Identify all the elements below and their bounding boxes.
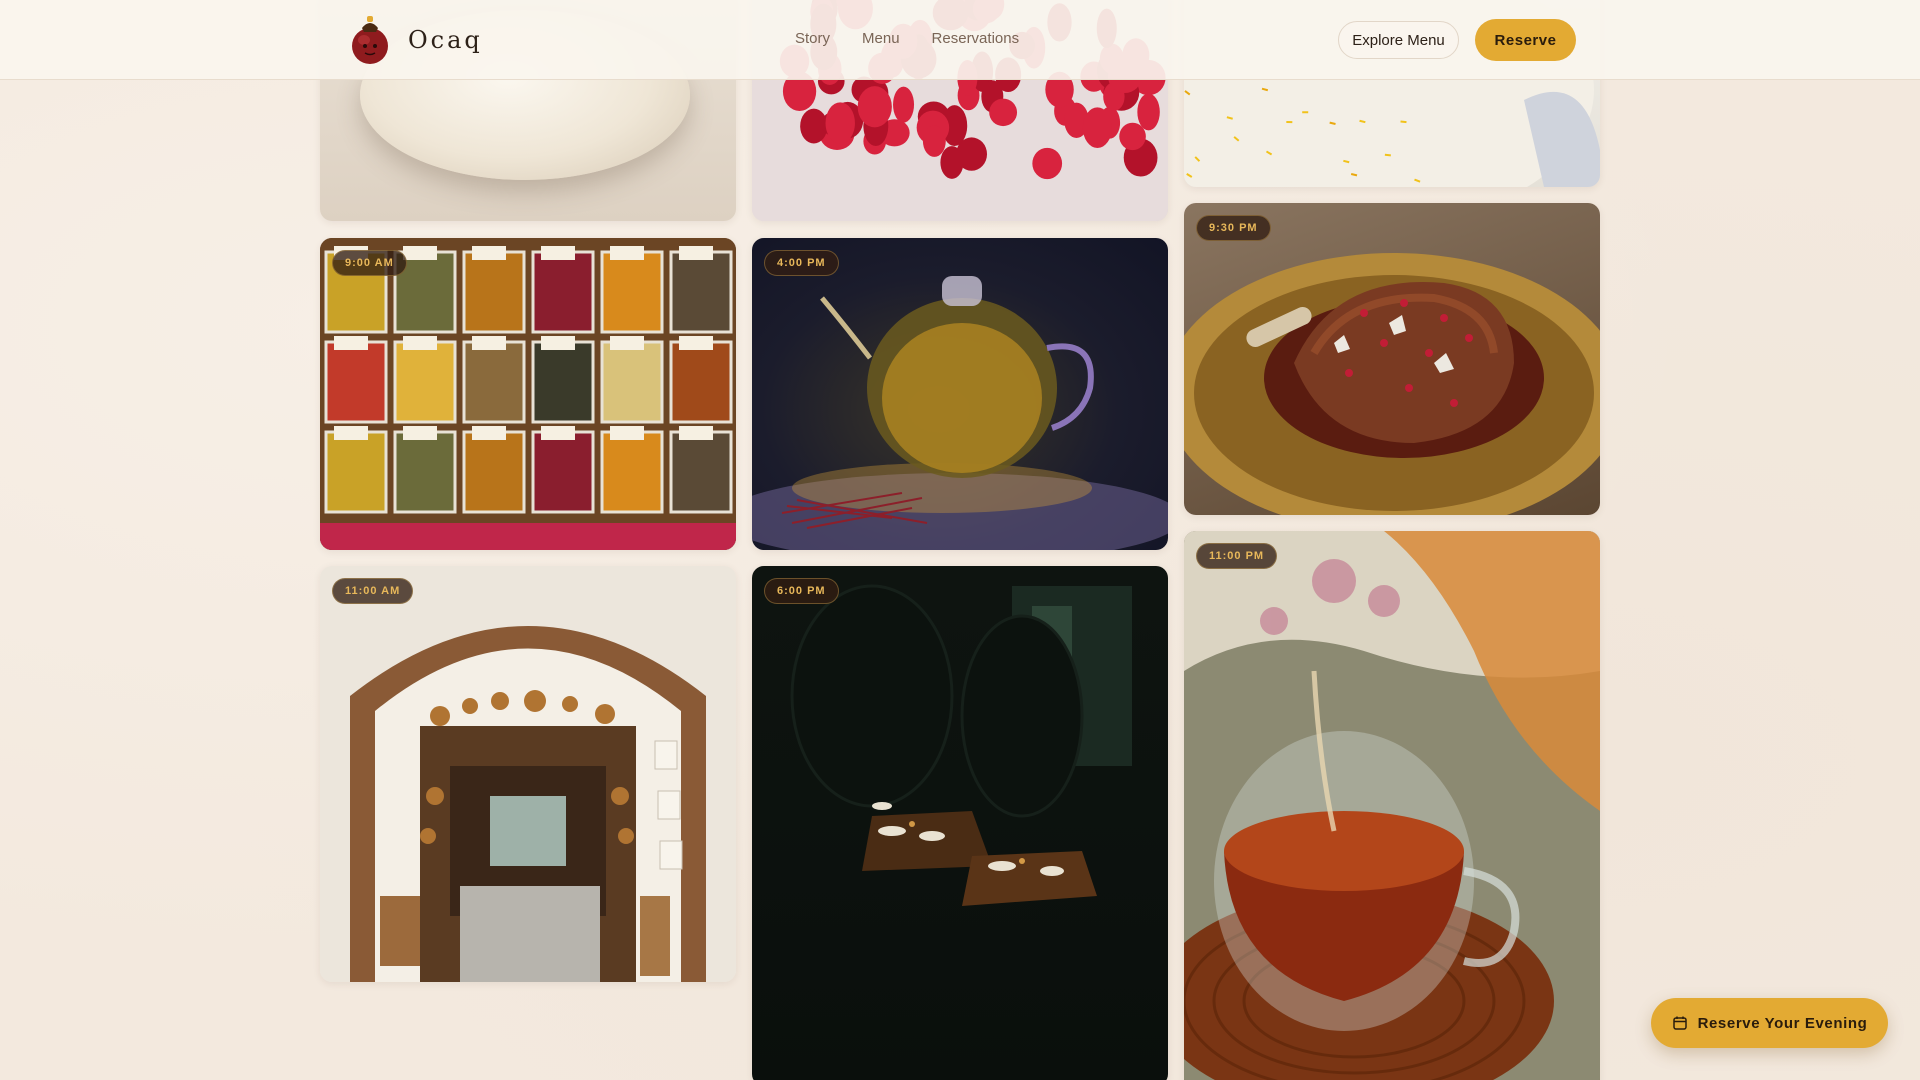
- reserve-button[interactable]: Reserve: [1475, 19, 1576, 61]
- saffron-teapot-image: [752, 238, 1168, 550]
- tea-pour-image: [1184, 531, 1600, 1080]
- photo-tile-dining[interactable]: 6:00 PM: [752, 566, 1168, 1080]
- time-badge: 9:30 PM: [1196, 215, 1271, 241]
- copperware-shop-image: [320, 566, 736, 982]
- reserve-evening-label: Reserve Your Evening: [1697, 1014, 1868, 1032]
- lamb-shank-image: [1184, 203, 1600, 515]
- explore-menu-button[interactable]: Explore Menu: [1338, 21, 1459, 59]
- pomegranate-logo-icon: [350, 14, 390, 66]
- photo-tile-copperware[interactable]: 11:00 AM: [320, 566, 736, 982]
- time-badge: 6:00 PM: [764, 578, 839, 604]
- time-badge: 11:00 PM: [1196, 543, 1278, 569]
- spice-market-image: [320, 238, 736, 550]
- time-badge: 11:00 AM: [332, 578, 414, 604]
- reserve-evening-button[interactable]: Reserve Your Evening: [1651, 998, 1888, 1048]
- nav-link-menu[interactable]: Menu: [862, 30, 900, 47]
- brand-name: Ocaq: [408, 26, 483, 54]
- candlelit-dining-room-image: [752, 566, 1168, 1080]
- nav-link-reservations[interactable]: Reservations: [932, 30, 1020, 47]
- photo-tile-spices[interactable]: 9:00 AM: [320, 238, 736, 550]
- calendar-icon: [1672, 1016, 1687, 1030]
- photo-tile-teapot[interactable]: 4:00 PM: [752, 238, 1168, 550]
- photo-tile-lamb[interactable]: 9:30 PM: [1184, 203, 1600, 515]
- time-badge: 9:00 AM: [332, 250, 407, 276]
- main-nav: Story Menu Reservations: [795, 30, 1019, 47]
- photo-tile-tea[interactable]: 11:00 PM: [1184, 531, 1600, 1080]
- nav-link-story[interactable]: Story: [795, 30, 830, 47]
- brand[interactable]: Ocaq: [350, 14, 483, 66]
- site-header: Ocaq Story Menu Reservations Explore Men…: [0, 0, 1920, 80]
- time-badge: 4:00 PM: [764, 250, 839, 276]
